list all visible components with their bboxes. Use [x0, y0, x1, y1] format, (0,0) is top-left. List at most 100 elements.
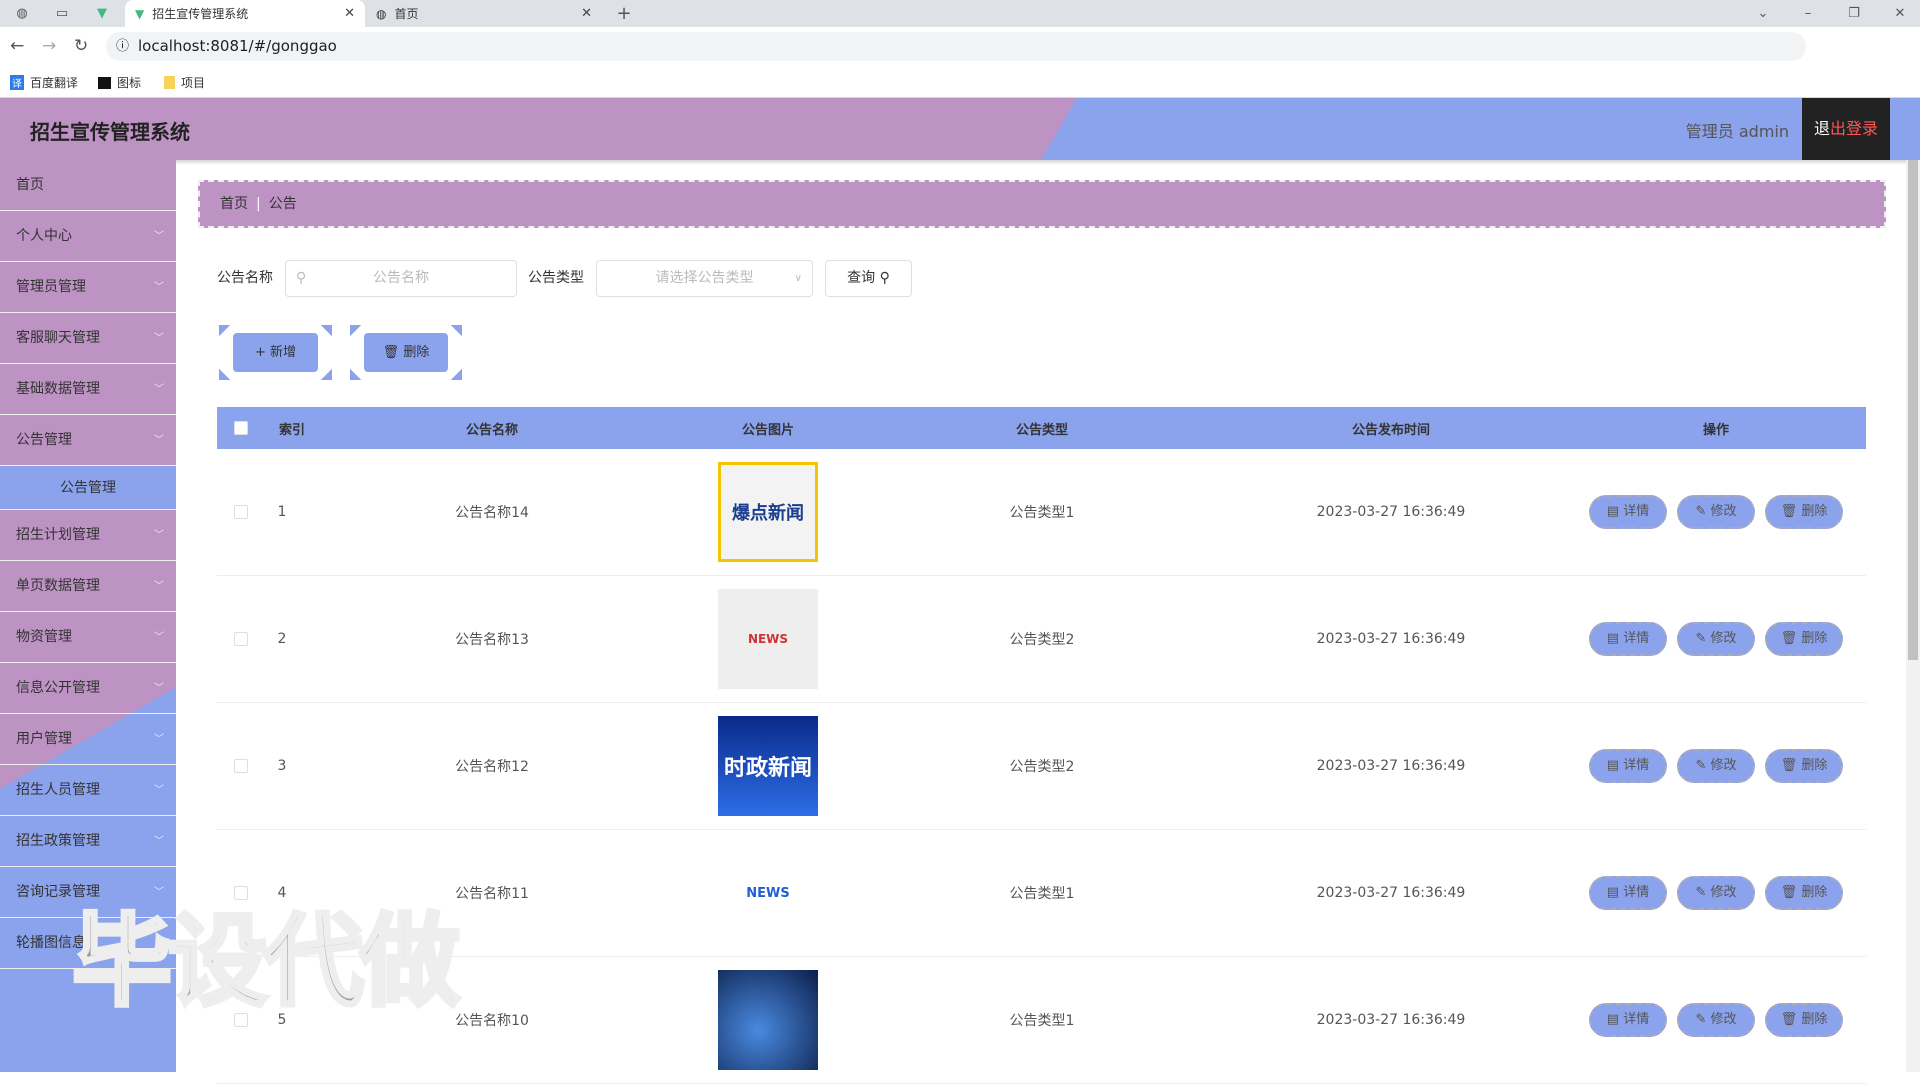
- bookmark-baidu[interactable]: 译百度翻译: [10, 74, 78, 91]
- bookmark-project[interactable]: 项目: [164, 74, 205, 91]
- logout-button[interactable]: 退出登录: [1802, 98, 1890, 160]
- delete-button[interactable]: 🗑 删除: [1765, 1003, 1843, 1037]
- sidebar-item[interactable]: 信息公开管理 ﹀: [0, 663, 176, 714]
- edit-button[interactable]: ✎ 修改: [1677, 495, 1755, 529]
- row-index: 2: [277, 631, 287, 647]
- scrollbar-thumb[interactable]: [1908, 160, 1918, 660]
- header-type: 公告类型: [1015, 422, 1069, 438]
- address-bar: ← → ↻ ⓘ localhost:8081/#/gonggao: [0, 27, 1920, 66]
- header-image: 公告图片: [741, 422, 795, 438]
- current-user: 管理员 admin: [1685, 122, 1789, 141]
- bookmark-icons[interactable]: 图标: [98, 74, 141, 91]
- breadcrumb-home[interactable]: 首页: [220, 196, 248, 212]
- new-tab-icon[interactable]: +: [616, 3, 632, 24]
- close-tab-icon[interactable]: ✕: [581, 6, 592, 21]
- announcement-image[interactable]: NEWS: [718, 589, 818, 689]
- globe-icon[interactable]: ◍: [14, 6, 30, 22]
- announcement-image[interactable]: 爆点新闻: [718, 462, 818, 562]
- sidebar-item[interactable]: 单页数据管理 ﹀: [0, 561, 176, 612]
- edit-button[interactable]: ✎ 修改: [1677, 1003, 1755, 1037]
- chevron-down-icon: ﹀: [154, 231, 164, 242]
- sidebar-item[interactable]: 招生计划管理 ﹀: [0, 510, 176, 561]
- chevron-down-icon: ﹀: [154, 384, 164, 395]
- type-label: 公告类型: [528, 270, 584, 286]
- reload-icon[interactable]: ↻: [74, 36, 88, 56]
- name-search-input[interactable]: ⚲ 公告名称: [285, 260, 517, 297]
- close-tab-icon[interactable]: ✕: [344, 6, 355, 21]
- edit-button[interactable]: ✎ 修改: [1677, 876, 1755, 910]
- query-button[interactable]: 查询 ⚲: [825, 260, 912, 297]
- chevron-down-icon: ﹀: [154, 836, 164, 847]
- trash-icon: 🗑: [1780, 885, 1798, 900]
- sidebar-item[interactable]: 管理员管理 ﹀: [0, 262, 176, 313]
- back-icon[interactable]: ←: [10, 36, 24, 56]
- tab-home[interactable]: ◍ 首页 ✕: [366, 0, 602, 27]
- add-button[interactable]: + 新增: [219, 325, 332, 380]
- delete-button[interactable]: 🗑 删除: [1765, 622, 1843, 656]
- sidebar-item[interactable]: 招生人员管理 ﹀: [0, 765, 176, 816]
- sidebar-item[interactable]: 招生政策管理 ﹀: [0, 816, 176, 867]
- sidebar-item[interactable]: 客服聊天管理 ﹀: [0, 313, 176, 364]
- url-input[interactable]: ⓘ localhost:8081/#/gonggao: [106, 32, 1806, 61]
- chevron-down-icon: ﹀: [154, 333, 164, 344]
- detail-button[interactable]: ▤ 详情: [1589, 495, 1667, 529]
- sidebar-item[interactable]: 用户管理 ﹀: [0, 714, 176, 765]
- sidebar-item[interactable]: 个人中心 ﹀: [0, 211, 176, 262]
- sidebar-item[interactable]: 首页: [0, 160, 176, 211]
- document-icon: ▤: [1606, 885, 1620, 900]
- app-header: 招生宣传管理系统 管理员 admin 退出登录: [0, 98, 1920, 160]
- delete-button[interactable]: 🗑 删除: [1765, 495, 1843, 529]
- sidebar-item[interactable]: 公告管理 ﹀: [0, 415, 176, 466]
- breadcrumb: 首页 | 公告: [198, 180, 1886, 228]
- edit-button[interactable]: ✎ 修改: [1677, 622, 1755, 656]
- row-checkbox[interactable]: [234, 759, 248, 773]
- chevron-down-icon: ﹀: [154, 785, 164, 796]
- detail-button[interactable]: ▤ 详情: [1589, 1003, 1667, 1037]
- sidebar-item[interactable]: 物资管理 ﹀: [0, 612, 176, 663]
- announcement-image[interactable]: [718, 970, 818, 1070]
- announcement-image[interactable]: NEWS: [718, 843, 818, 943]
- detail-button[interactable]: ▤ 详情: [1589, 622, 1667, 656]
- document-icon: ▤: [1606, 758, 1620, 773]
- sidebar-subitem-active[interactable]: 公告管理: [0, 466, 176, 510]
- table-row: 3 公告名称12 时政新闻 公告类型2 2023-03-27 16:36:49 …: [217, 703, 1866, 830]
- restore-icon[interactable]: ❐: [1846, 6, 1862, 22]
- delete-button[interactable]: 🗑 删除: [1765, 749, 1843, 783]
- sidebar-item[interactable]: 基础数据管理 ﹀: [0, 364, 176, 415]
- announcement-image[interactable]: 时政新闻: [718, 716, 818, 816]
- minimize-icon[interactable]: –: [1800, 6, 1816, 22]
- delete-button[interactable]: 🗑 删除: [1765, 876, 1843, 910]
- edit-icon: ✎: [1695, 504, 1707, 519]
- row-name: 公告名称14: [455, 505, 529, 521]
- forward-icon[interactable]: →: [42, 36, 56, 56]
- edit-icon: ✎: [1695, 885, 1707, 900]
- select-all-checkbox[interactable]: [234, 421, 248, 435]
- vue-icon[interactable]: ▼: [94, 6, 110, 22]
- detail-button[interactable]: ▤ 详情: [1589, 876, 1667, 910]
- edit-button[interactable]: ✎ 修改: [1677, 749, 1755, 783]
- chevron-down-icon[interactable]: ⌄: [1755, 6, 1771, 22]
- edit-icon: ✎: [1695, 1012, 1707, 1027]
- type-select[interactable]: 请选择公告类型 ∨: [596, 260, 813, 297]
- table-row: 1 公告名称14 爆点新闻 公告类型1 2023-03-27 16:36:49 …: [217, 449, 1866, 576]
- row-type: 公告类型2: [1009, 759, 1075, 775]
- row-checkbox[interactable]: [234, 505, 248, 519]
- batch-delete-button[interactable]: 🗑 删除: [350, 325, 462, 380]
- tab-active[interactable]: ▼ 招生宣传管理系统 ✕: [125, 0, 365, 27]
- close-window-icon[interactable]: ✕: [1892, 6, 1908, 22]
- chevron-down-icon: ﹀: [154, 282, 164, 293]
- document-icon: ▤: [1606, 504, 1620, 519]
- detail-button[interactable]: ▤ 详情: [1589, 749, 1667, 783]
- chevron-down-icon: ∨: [794, 273, 802, 284]
- name-label: 公告名称: [217, 270, 273, 286]
- row-checkbox[interactable]: [234, 632, 248, 646]
- flag-icon: [98, 76, 111, 89]
- row-type: 公告类型1: [1009, 1013, 1075, 1029]
- table-row: 2 公告名称13 NEWS 公告类型2 2023-03-27 16:36:49 …: [217, 576, 1866, 703]
- row-name: 公告名称11: [455, 886, 529, 902]
- page-scrollbar[interactable]: [1906, 160, 1920, 1072]
- chevron-down-icon: ﹀: [154, 734, 164, 745]
- page-icon[interactable]: ▭: [54, 6, 70, 22]
- header-time: 公告发布时间: [1351, 422, 1431, 438]
- document-icon: ▤: [1606, 1012, 1620, 1027]
